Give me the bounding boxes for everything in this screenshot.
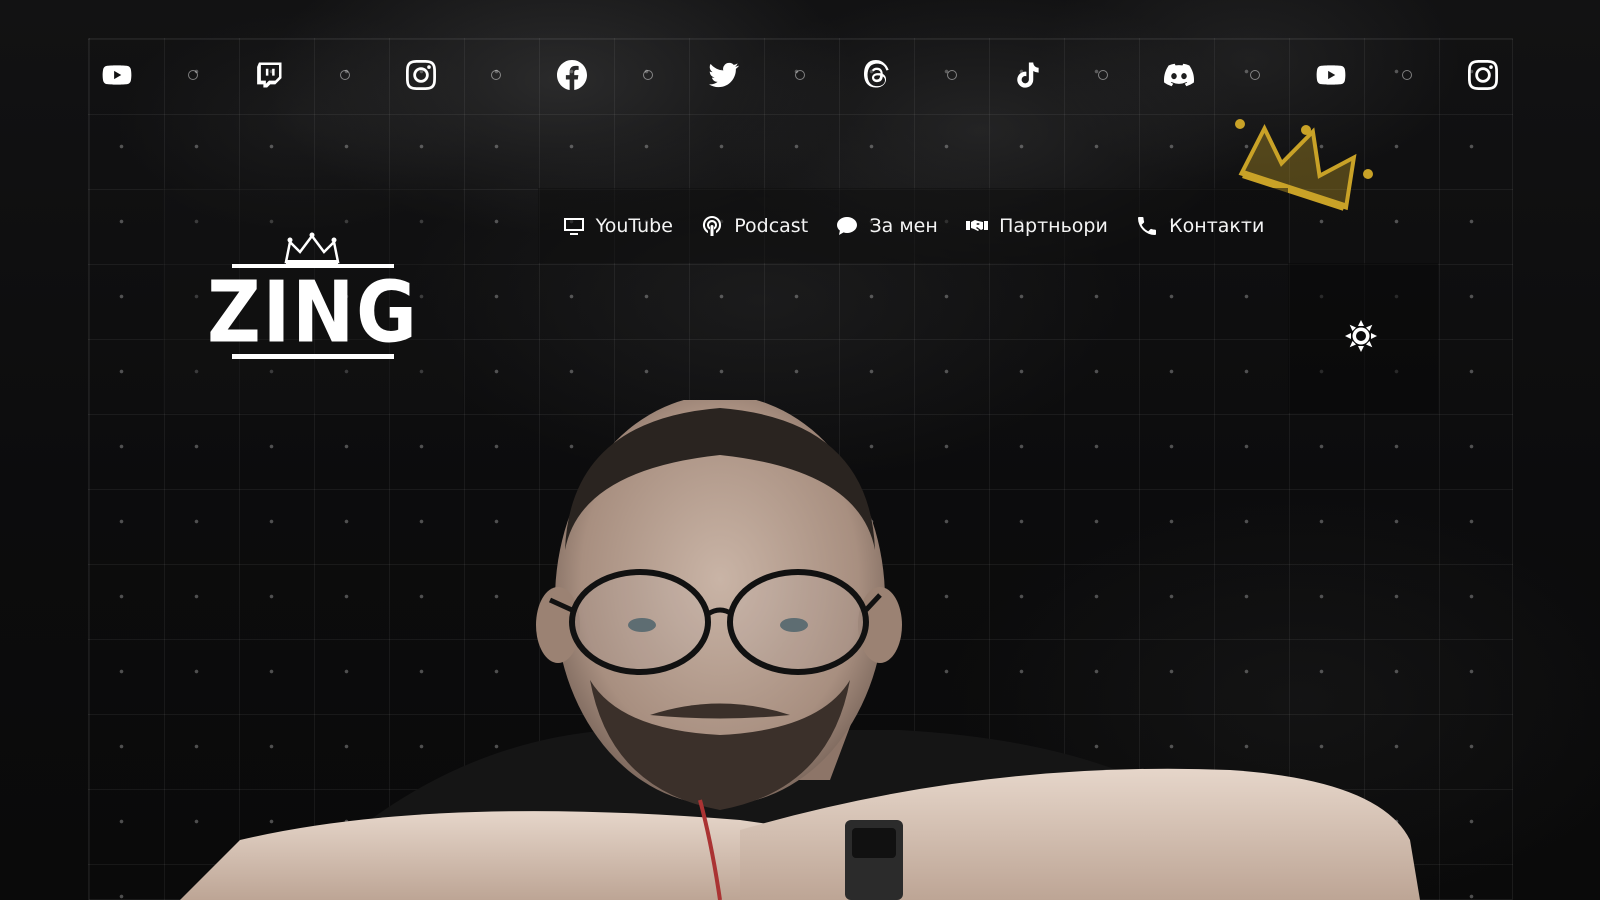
instagram-icon[interactable]: [404, 58, 438, 92]
nav-item-label: YouTube: [595, 214, 673, 237]
separator-dot: [643, 70, 654, 80]
nav-item-podcast[interactable]: Podcast: [700, 214, 808, 238]
separator-dot: [491, 70, 502, 80]
hero-portrait-image: [180, 400, 1420, 900]
nav-item-youtube[interactable]: YouTube: [562, 214, 673, 238]
hero-section: ZING YouTube Podcast За мен Партньори Ко…: [0, 0, 1600, 900]
sun-icon: [1345, 320, 1377, 352]
speech-bubble-icon: [837, 216, 858, 235]
separator-dot: [1098, 70, 1109, 80]
nav-item-label: Партньори: [999, 214, 1108, 237]
logo-wordmark: ZING: [207, 263, 419, 363]
discord-icon[interactable]: [1162, 58, 1196, 92]
separator-dot: [1401, 70, 1412, 80]
youtube-icon[interactable]: [1314, 58, 1348, 92]
facebook-icon[interactable]: [555, 58, 589, 92]
separator-dot: [187, 70, 198, 80]
instagram-icon[interactable]: [1466, 58, 1500, 92]
phone-icon: [1138, 216, 1157, 235]
nav-item-contacts[interactable]: Контакти: [1135, 214, 1264, 238]
handshake-icon: [966, 219, 989, 231]
podcast-icon: [703, 215, 722, 236]
separator-dot: [946, 70, 957, 80]
site-logo[interactable]: ZING: [207, 232, 419, 364]
logo-rule-bottom: [232, 354, 394, 359]
nav-item-about[interactable]: За мен: [835, 214, 938, 238]
main-nav: YouTube Podcast За мен Партньори Контакт…: [538, 188, 1288, 263]
nav-item-partners[interactable]: Партньори: [965, 214, 1108, 238]
nav-item-label: Podcast: [734, 214, 809, 237]
threads-icon[interactable]: [859, 58, 893, 92]
separator-dot: [1250, 70, 1261, 80]
nav-item-label: За мен: [869, 214, 938, 237]
youtube-icon[interactable]: [100, 58, 134, 92]
social-links-bar: [100, 58, 1500, 92]
twitch-icon[interactable]: [252, 58, 286, 92]
tiktok-icon[interactable]: [1011, 58, 1045, 92]
nav-item-label: Контакти: [1169, 214, 1265, 237]
monitor-icon: [563, 217, 584, 235]
separator-dot: [339, 70, 350, 80]
twitter-icon[interactable]: [707, 58, 741, 92]
separator-dot: [794, 70, 805, 80]
crown-icon: [284, 232, 340, 264]
theme-toggle-button[interactable]: [1343, 318, 1379, 354]
